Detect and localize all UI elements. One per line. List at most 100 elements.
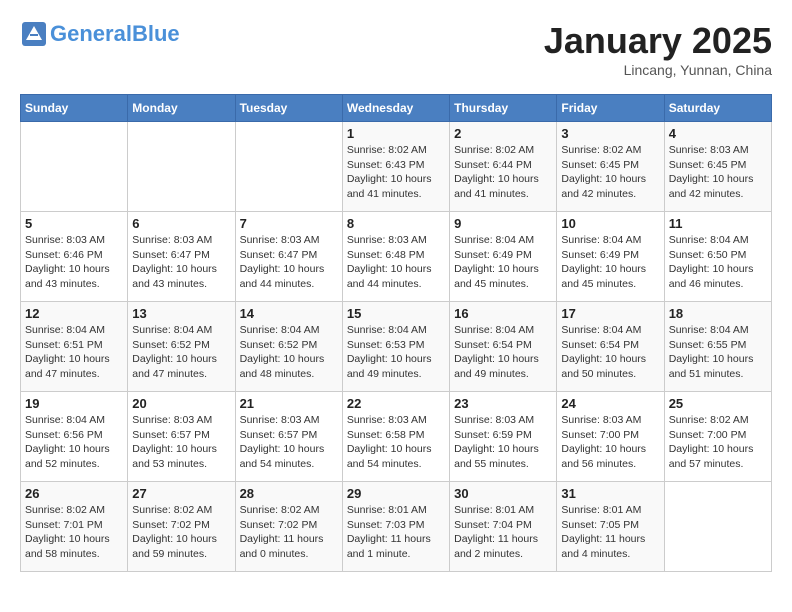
day-number: 25 — [669, 396, 767, 411]
calendar-cell: 12 Sunrise: 8:04 AM Sunset: 6:51 PM Dayli… — [21, 302, 128, 392]
day-number: 8 — [347, 216, 445, 231]
day-header-saturday: Saturday — [664, 95, 771, 122]
day-number: 3 — [561, 126, 659, 141]
day-number: 9 — [454, 216, 552, 231]
day-info: Sunrise: 8:01 AM Sunset: 7:03 PM Dayligh… — [347, 503, 445, 562]
day-number: 1 — [347, 126, 445, 141]
day-info: Sunrise: 8:04 AM Sunset: 6:55 PM Dayligh… — [669, 323, 767, 382]
day-info: Sunrise: 8:02 AM Sunset: 6:45 PM Dayligh… — [561, 143, 659, 202]
day-info: Sunrise: 8:02 AM Sunset: 6:44 PM Dayligh… — [454, 143, 552, 202]
day-number: 14 — [240, 306, 338, 321]
calendar-cell: 18 Sunrise: 8:04 AM Sunset: 6:55 PM Dayli… — [664, 302, 771, 392]
page-header: GeneralBlue January 2025 Lincang, Yunnan… — [20, 20, 772, 78]
calendar-cell: 5 Sunrise: 8:03 AM Sunset: 6:46 PM Daylig… — [21, 212, 128, 302]
calendar-cell: 19 Sunrise: 8:04 AM Sunset: 6:56 PM Dayli… — [21, 392, 128, 482]
day-info: Sunrise: 8:03 AM Sunset: 6:59 PM Dayligh… — [454, 413, 552, 472]
calendar-cell: 20Sunrise: 8:03 AM Sunset: 6:57 PM Dayli… — [128, 392, 235, 482]
calendar-cell: 21 Sunrise: 8:03 AM Sunset: 6:57 PM Dayli… — [235, 392, 342, 482]
calendar-cell — [664, 482, 771, 572]
calendar-cell: 30Sunrise: 8:01 AM Sunset: 7:04 PM Dayli… — [450, 482, 557, 572]
calendar-cell: 25 Sunrise: 8:02 AM Sunset: 7:00 PM Dayli… — [664, 392, 771, 482]
day-info: Sunrise: 8:04 AM Sunset: 6:51 PM Dayligh… — [25, 323, 123, 382]
calendar-cell: 14 Sunrise: 8:04 AM Sunset: 6:52 PM Dayli… — [235, 302, 342, 392]
day-info: Sunrise: 8:04 AM Sunset: 6:53 PM Dayligh… — [347, 323, 445, 382]
calendar-body: 1 Sunrise: 8:02 AM Sunset: 6:43 PM Daylig… — [21, 122, 772, 572]
day-number: 19 — [25, 396, 123, 411]
month-title: January 2025 — [544, 20, 772, 62]
day-info: Sunrise: 8:02 AM Sunset: 6:43 PM Dayligh… — [347, 143, 445, 202]
calendar-week-4: 19 Sunrise: 8:04 AM Sunset: 6:56 PM Dayli… — [21, 392, 772, 482]
day-number: 2 — [454, 126, 552, 141]
day-info: Sunrise: 8:02 AM Sunset: 7:02 PM Dayligh… — [132, 503, 230, 562]
day-header-tuesday: Tuesday — [235, 95, 342, 122]
logo-text: GeneralBlue — [50, 22, 180, 46]
logo: GeneralBlue — [20, 20, 180, 48]
day-info: Sunrise: 8:01 AM Sunset: 7:04 PM Dayligh… — [454, 503, 552, 562]
day-number: 29 — [347, 486, 445, 501]
calendar-cell — [128, 122, 235, 212]
day-number: 17 — [561, 306, 659, 321]
calendar-cell: 6Sunrise: 8:03 AM Sunset: 6:47 PM Daylig… — [128, 212, 235, 302]
day-number: 16 — [454, 306, 552, 321]
day-header-thursday: Thursday — [450, 95, 557, 122]
calendar-week-3: 12 Sunrise: 8:04 AM Sunset: 6:51 PM Dayli… — [21, 302, 772, 392]
day-info: Sunrise: 8:04 AM Sunset: 6:54 PM Dayligh… — [454, 323, 552, 382]
calendar-cell: 7Sunrise: 8:03 AM Sunset: 6:47 PM Daylig… — [235, 212, 342, 302]
day-info: Sunrise: 8:03 AM Sunset: 6:58 PM Dayligh… — [347, 413, 445, 472]
day-number: 28 — [240, 486, 338, 501]
day-number: 21 — [240, 396, 338, 411]
day-info: Sunrise: 8:03 AM Sunset: 6:57 PM Dayligh… — [240, 413, 338, 472]
day-info: Sunrise: 8:02 AM Sunset: 7:01 PM Dayligh… — [25, 503, 123, 562]
day-number: 18 — [669, 306, 767, 321]
logo-icon — [20, 20, 48, 48]
day-info: Sunrise: 8:03 AM Sunset: 6:46 PM Dayligh… — [25, 233, 123, 292]
calendar-cell: 16 Sunrise: 8:04 AM Sunset: 6:54 PM Dayli… — [450, 302, 557, 392]
calendar-cell: 31 Sunrise: 8:01 AM Sunset: 7:05 PM Dayli… — [557, 482, 664, 572]
calendar-cell: 17 Sunrise: 8:04 AM Sunset: 6:54 PM Dayli… — [557, 302, 664, 392]
location-subtitle: Lincang, Yunnan, China — [544, 62, 772, 78]
day-number: 26 — [25, 486, 123, 501]
day-info: Sunrise: 8:04 AM Sunset: 6:49 PM Dayligh… — [454, 233, 552, 292]
day-number: 12 — [25, 306, 123, 321]
calendar-cell: 9 Sunrise: 8:04 AM Sunset: 6:49 PM Daylig… — [450, 212, 557, 302]
day-header-sunday: Sunday — [21, 95, 128, 122]
day-number: 22 — [347, 396, 445, 411]
day-number: 5 — [25, 216, 123, 231]
calendar-cell: 2 Sunrise: 8:02 AM Sunset: 6:44 PM Daylig… — [450, 122, 557, 212]
day-info: Sunrise: 8:03 AM Sunset: 6:47 PM Dayligh… — [240, 233, 338, 292]
day-info: Sunrise: 8:03 AM Sunset: 7:00 PM Dayligh… — [561, 413, 659, 472]
day-number: 27 — [132, 486, 230, 501]
calendar-cell: 8Sunrise: 8:03 AM Sunset: 6:48 PM Daylig… — [342, 212, 449, 302]
day-info: Sunrise: 8:01 AM Sunset: 7:05 PM Dayligh… — [561, 503, 659, 562]
calendar-cell: 10 Sunrise: 8:04 AM Sunset: 6:49 PM Dayli… — [557, 212, 664, 302]
day-number: 15 — [347, 306, 445, 321]
day-header-friday: Friday — [557, 95, 664, 122]
day-header-monday: Monday — [128, 95, 235, 122]
day-info: Sunrise: 8:04 AM Sunset: 6:54 PM Dayligh… — [561, 323, 659, 382]
day-number: 4 — [669, 126, 767, 141]
day-info: Sunrise: 8:04 AM Sunset: 6:50 PM Dayligh… — [669, 233, 767, 292]
day-info: Sunrise: 8:02 AM Sunset: 7:02 PM Dayligh… — [240, 503, 338, 562]
calendar-cell: 24Sunrise: 8:03 AM Sunset: 7:00 PM Dayli… — [557, 392, 664, 482]
calendar-cell: 15 Sunrise: 8:04 AM Sunset: 6:53 PM Dayli… — [342, 302, 449, 392]
calendar-cell: 11 Sunrise: 8:04 AM Sunset: 6:50 PM Dayli… — [664, 212, 771, 302]
day-info: Sunrise: 8:04 AM Sunset: 6:56 PM Dayligh… — [25, 413, 123, 472]
day-info: Sunrise: 8:02 AM Sunset: 7:00 PM Dayligh… — [669, 413, 767, 472]
day-number: 11 — [669, 216, 767, 231]
day-number: 31 — [561, 486, 659, 501]
day-info: Sunrise: 8:03 AM Sunset: 6:47 PM Dayligh… — [132, 233, 230, 292]
calendar-cell: 22 Sunrise: 8:03 AM Sunset: 6:58 PM Dayli… — [342, 392, 449, 482]
calendar-cell: 4Sunrise: 8:03 AM Sunset: 6:45 PM Daylig… — [664, 122, 771, 212]
calendar-cell: 29 Sunrise: 8:01 AM Sunset: 7:03 PM Dayli… — [342, 482, 449, 572]
day-info: Sunrise: 8:04 AM Sunset: 6:52 PM Dayligh… — [132, 323, 230, 382]
calendar-cell: 3 Sunrise: 8:02 AM Sunset: 6:45 PM Daylig… — [557, 122, 664, 212]
day-info: Sunrise: 8:04 AM Sunset: 6:49 PM Dayligh… — [561, 233, 659, 292]
calendar-week-5: 26 Sunrise: 8:02 AM Sunset: 7:01 PM Dayli… — [21, 482, 772, 572]
calendar-cell: 26 Sunrise: 8:02 AM Sunset: 7:01 PM Dayli… — [21, 482, 128, 572]
title-block: January 2025 Lincang, Yunnan, China — [544, 20, 772, 78]
day-number: 10 — [561, 216, 659, 231]
day-info: Sunrise: 8:03 AM Sunset: 6:57 PM Dayligh… — [132, 413, 230, 472]
day-info: Sunrise: 8:04 AM Sunset: 6:52 PM Dayligh… — [240, 323, 338, 382]
day-header-wednesday: Wednesday — [342, 95, 449, 122]
calendar-cell: 28 Sunrise: 8:02 AM Sunset: 7:02 PM Dayli… — [235, 482, 342, 572]
